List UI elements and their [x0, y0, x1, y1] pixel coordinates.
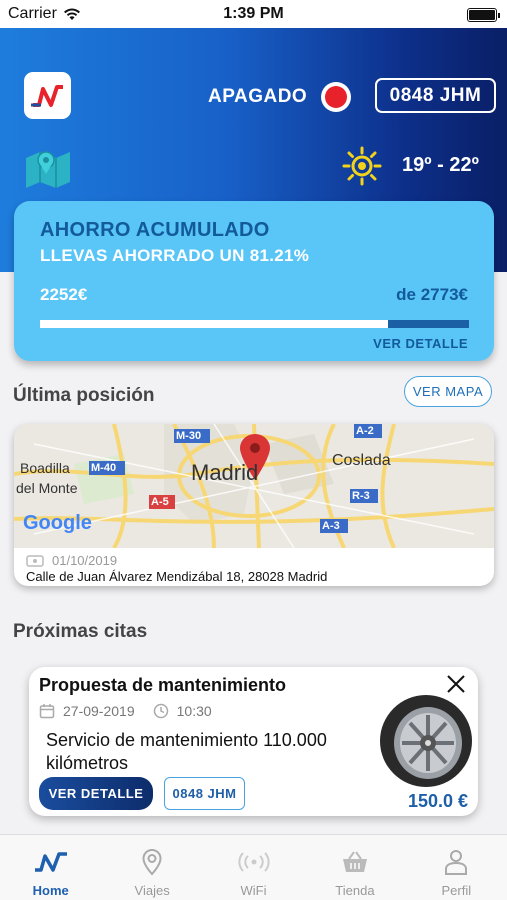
engine-status-text: APAGADO	[208, 86, 308, 107]
app-logo-icon	[30, 84, 63, 107]
tab-shop[interactable]: Tienda	[304, 835, 405, 900]
appointment-plate-button[interactable]: 0848 JHM	[164, 777, 245, 810]
tab-shop-label: Tienda	[335, 883, 375, 898]
temperature-range: 19º - 22º	[402, 154, 479, 176]
tab-home-label: Home	[32, 883, 69, 898]
appointment-title: Propuesta de mantenimiento	[39, 675, 287, 695]
tab-bar: Home Viajes WiFi Tienda Perfil	[0, 834, 507, 900]
position-date: 01/10/2019	[52, 553, 118, 568]
position-address: Calle de Juan Álvarez Mendizábal 18, 280…	[26, 569, 328, 584]
google-logo: Google	[23, 512, 92, 534]
tab-profile-label: Perfil	[441, 883, 472, 898]
appointment-meta: 27-09-2019 10:30	[39, 703, 212, 719]
appointments-title: Próximas citas	[13, 621, 148, 642]
tab-home[interactable]: Home	[0, 835, 101, 900]
map-label-m30: M-30	[176, 430, 202, 442]
appointment-time: 10:30	[176, 703, 212, 719]
map-label-boadilla-2: del Monte	[16, 480, 78, 496]
savings-progress-bar	[40, 320, 469, 328]
savings-total: de 2773€	[396, 285, 468, 304]
map-thumbnail[interactable]: M-30 M-40 A-5 A-2 R-3 A-3 Madrid Coslada…	[14, 424, 494, 548]
appointment-time-group: 10:30	[153, 703, 212, 719]
appointment-description: Servicio de mantenimiento 110.000 kilóme…	[46, 730, 327, 773]
tab-trips[interactable]: Viajes	[101, 835, 202, 900]
calendar-icon	[39, 704, 55, 719]
map-label-a3: A-3	[322, 520, 340, 532]
app-logo[interactable]	[24, 72, 71, 119]
wifi-broadcast-icon	[237, 847, 270, 877]
view-map-button[interactable]: VER MAPA	[404, 376, 492, 407]
shopping-basket-icon	[341, 847, 369, 877]
battery-icon	[467, 8, 500, 22]
savings-progress-fill	[40, 320, 389, 328]
map-label-m40: M-40	[91, 462, 117, 474]
map-label-a2: A-2	[356, 425, 374, 437]
status-bar: Carrier 1:39 PM	[0, 0, 507, 28]
tab-trips-label: Viajes	[134, 883, 170, 898]
last-position-card[interactable]: M-30 M-40 A-5 A-2 R-3 A-3 Madrid Coslada…	[14, 424, 494, 586]
savings-card: AHORRO ACUMULADO LLEVAS AHORRADO UN 81.2…	[14, 201, 494, 361]
savings-detail-link[interactable]: VER DETALLE	[373, 336, 468, 351]
sun-icon	[342, 146, 382, 191]
status-dot-icon	[325, 86, 347, 108]
savings-title: AHORRO ACUMULADO	[40, 219, 270, 241]
clock-icon	[153, 703, 168, 719]
appointment-card[interactable]: Propuesta de mantenimiento 27-09-2019 10…	[29, 667, 478, 816]
appointment-date: 27-09-2019	[63, 703, 135, 719]
last-position-title: Última posición	[13, 385, 155, 406]
appointment-date-group: 27-09-2019	[39, 703, 135, 719]
map-label-boadilla: Boadilla	[20, 460, 70, 476]
vehicle-plate[interactable]: 0848 JHM	[375, 78, 496, 113]
appointment-price: 150.0 €	[407, 791, 468, 811]
tire-image	[378, 691, 478, 796]
map-label-coslada: Coslada	[332, 452, 391, 469]
home-logo-icon	[31, 847, 71, 877]
map-label-r3: R-3	[352, 490, 370, 502]
position-date-row: 01/10/2019	[26, 553, 117, 568]
clock: 1:39 PM	[223, 5, 284, 22]
tab-wifi-label: WiFi	[240, 883, 267, 898]
ticket-icon	[26, 554, 44, 567]
appointment-detail-button[interactable]: VER DETALLE	[39, 777, 153, 810]
location-pin-icon	[141, 847, 163, 877]
tab-profile[interactable]: Perfil	[406, 835, 507, 900]
map-label-madrid: Madrid	[191, 460, 259, 485]
map-label-a5: A-5	[151, 496, 169, 508]
engine-status-indicator	[321, 82, 351, 112]
map-icon[interactable]	[24, 146, 72, 193]
tab-wifi[interactable]: WiFi	[203, 835, 304, 900]
user-icon	[444, 847, 468, 877]
savings-amount: 2252€	[40, 285, 88, 304]
savings-subtitle: LLEVAS AHORRADO UN 81.21%	[40, 246, 310, 265]
